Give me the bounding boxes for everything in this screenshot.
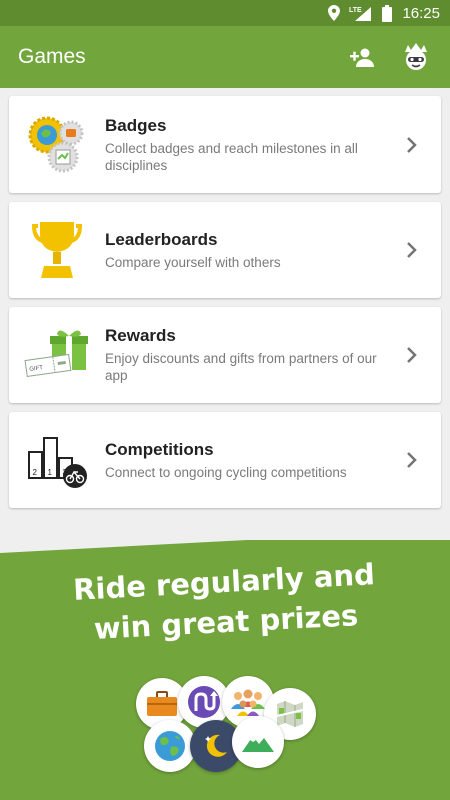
chevron-right-icon	[407, 347, 417, 363]
signal-icon: LTE	[349, 5, 373, 21]
card-subtitle: Collect badges and reach milestones in a…	[105, 140, 358, 173]
card-subtitle: Compare yourself with others	[105, 254, 281, 270]
status-bar: LTE 16:25	[0, 0, 450, 26]
rewards-thumb: GIFT	[9, 328, 105, 382]
map-icon	[276, 701, 304, 727]
chevron-right-icon	[407, 242, 417, 258]
app-bar-actions	[324, 41, 432, 73]
games-list: Badges Collect badges and reach mileston…	[9, 96, 441, 517]
moon-icon	[205, 734, 227, 757]
leaderboards-thumb	[9, 220, 105, 280]
badges-card[interactable]: Badges Collect badges and reach mileston…	[9, 96, 441, 193]
leaderboards-card[interactable]: Leaderboards Compare yourself with other…	[9, 202, 441, 298]
podium-label-1: 1	[48, 468, 53, 477]
card-title: Leaderboards	[105, 229, 218, 249]
chevron-right-icon	[407, 452, 417, 468]
profile-button[interactable]	[400, 41, 432, 73]
people-icon	[231, 689, 265, 716]
network-type: LTE	[349, 7, 362, 14]
card-subtitle: Connect to ongoing cycling competitions	[105, 464, 347, 480]
podium-label-2: 2	[33, 468, 38, 477]
badges-texts: Badges Collect badges and reach mileston…	[105, 116, 441, 174]
trophy-icon	[31, 222, 83, 278]
competitions-card[interactable]: 2 1 3 Competitions Connect to ongoing cy…	[9, 412, 441, 508]
add-friend-icon	[350, 48, 374, 67]
card-title: Badges	[105, 115, 167, 135]
gift-icon: GIFT	[24, 330, 88, 377]
card-title: Competitions	[105, 439, 214, 459]
add-friend-button[interactable]	[346, 41, 378, 73]
status-time: 16:25	[402, 4, 440, 22]
profile-avatar-icon	[405, 43, 427, 70]
mountain-badge	[232, 716, 284, 768]
mountain-icon	[242, 736, 274, 752]
badges-icon	[28, 116, 84, 172]
promo-banner: Ride regularly and win great prizes	[0, 540, 450, 800]
app-bar: Games	[0, 26, 450, 88]
chevron-right-icon	[407, 136, 417, 153]
podium-icon: 2 1 3	[28, 437, 87, 488]
rewards-texts: Rewards Enjoy discounts and gifts from p…	[105, 326, 441, 384]
briefcase-icon	[147, 691, 177, 716]
card-subtitle: Enjoy discounts and gifts from partners …	[105, 351, 377, 383]
leaderboards-texts: Leaderboards Compare yourself with other…	[105, 230, 441, 271]
battery-icon	[382, 4, 393, 22]
route-icon	[188, 686, 220, 718]
competitions-thumb: 2 1 3	[9, 430, 105, 490]
badges-thumb	[9, 113, 105, 177]
globe-icon	[155, 731, 185, 761]
card-title: Rewards	[105, 326, 176, 345]
rewards-card[interactable]: GIFT Rewards Enjoy discounts and gifts f…	[9, 307, 441, 403]
location-icon	[328, 5, 341, 21]
globe-badge	[144, 720, 196, 772]
competitions-texts: Competitions Connect to ongoing cycling …	[105, 440, 441, 481]
page-title: Games	[18, 45, 86, 68]
